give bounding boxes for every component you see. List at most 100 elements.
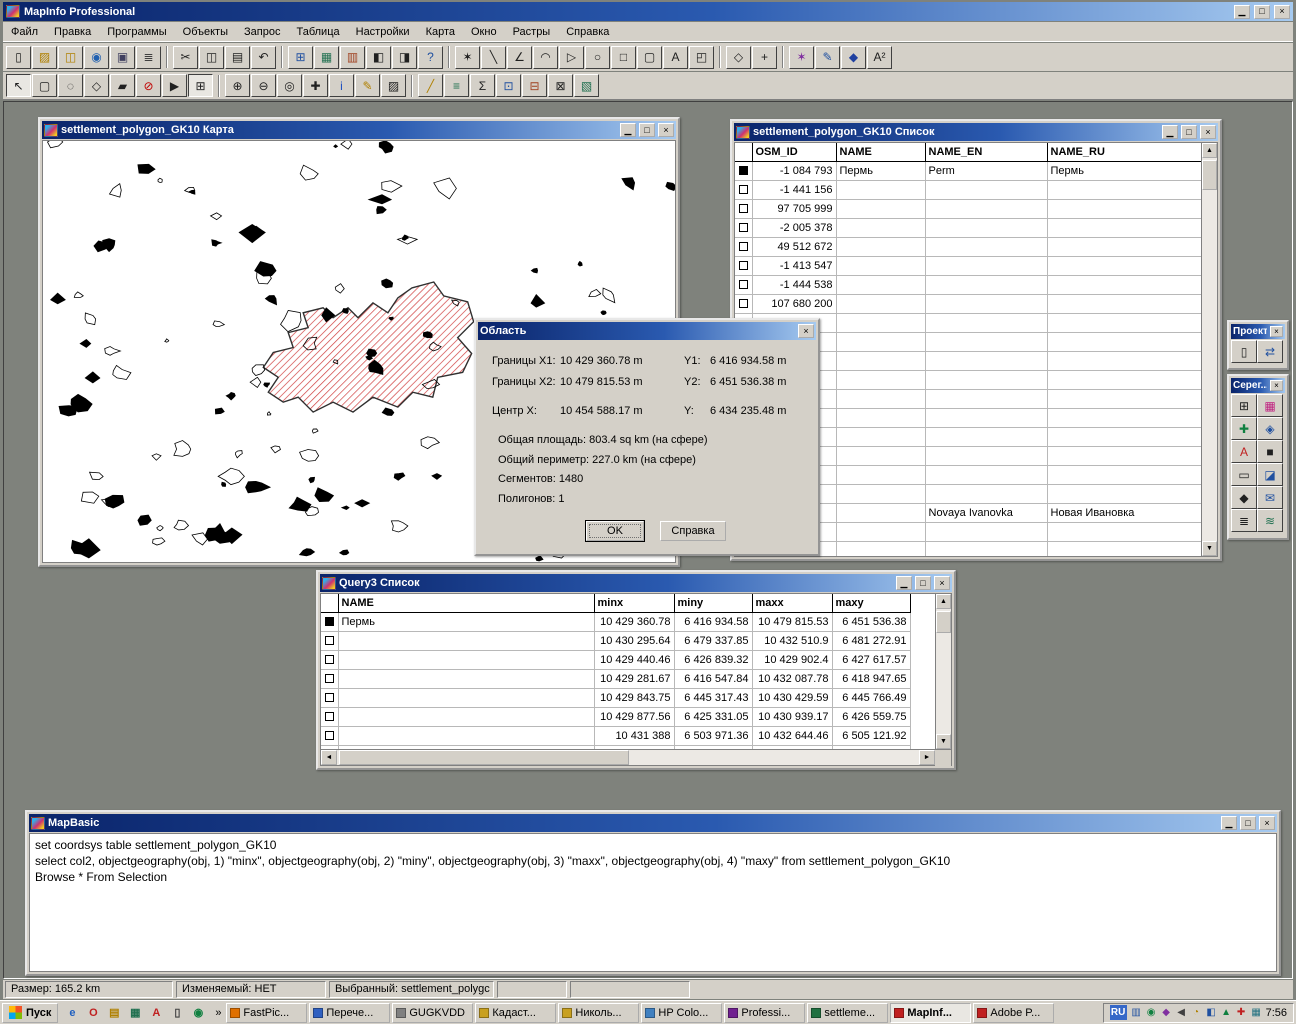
tray-agent-icon[interactable]: ◆ [1160,1007,1173,1018]
tray-update-icon[interactable]: ▲ [1220,1007,1233,1018]
add-node-icon[interactable]: + [752,46,777,69]
cell-maxx[interactable]: 10 430 429.59 [752,688,832,707]
close-button[interactable]: × [1270,326,1283,337]
menu-растры[interactable]: Растры [505,24,559,40]
cell-maxx[interactable]: 10 432 087.78 [752,669,832,688]
polyline-tool-icon[interactable]: ∠ [507,46,532,69]
cell-name[interactable] [338,707,594,726]
row-select-box[interactable] [735,199,752,218]
taskbar-button-settleme[interactable]: settleme... [807,1003,888,1023]
sereg-palette-titlebar[interactable]: Серег... × [1231,378,1285,393]
taskbar-button-кадаст[interactable]: Кадаст... [475,1003,556,1023]
taskbar-button-professi[interactable]: Professi... [724,1003,805,1023]
print-icon[interactable]: ≣ [136,46,161,69]
legend-icon[interactable]: ≡ [444,74,469,97]
taskbar-button-николь[interactable]: Николь... [558,1003,639,1023]
cell-name[interactable] [836,370,925,389]
row-selected-marker[interactable] [321,612,338,631]
info-tool-icon[interactable]: i [329,74,354,97]
new-layout-icon[interactable]: ◧ [366,46,391,69]
cell-name_en[interactable] [925,522,1047,541]
cell-name[interactable] [836,389,925,408]
cell-name_en[interactable] [925,465,1047,484]
row-select-box[interactable] [321,650,338,669]
text-style-icon[interactable]: A² [867,46,892,69]
cell-name[interactable] [836,180,925,199]
language-indicator[interactable]: RU [1110,1005,1127,1020]
cell-name_ru[interactable]: Новая Ивановка [1047,503,1201,522]
cell-minx[interactable]: 10 429 440.46 [594,650,674,669]
maximize-button[interactable]: □ [1240,816,1256,830]
open-table-icon[interactable]: ▨ [32,46,57,69]
ql-acrobat-icon[interactable]: A [146,1003,166,1023]
close-button[interactable]: × [658,123,674,137]
select-column-header[interactable] [735,143,752,161]
mapbasic-text-area[interactable]: set coordsys table settlement_polygon_GK… [29,833,1277,972]
ellipse-tool-icon[interactable]: ○ [585,46,610,69]
taskbar-button-adobep[interactable]: Adobe P... [973,1003,1054,1023]
tray-remove-icon[interactable]: ✚ [1235,1007,1248,1018]
cell-name[interactable] [338,726,594,745]
project-palette-titlebar[interactable]: Проект × [1231,324,1285,339]
quick-launch-overflow[interactable]: » [212,1007,224,1019]
column-header[interactable]: maxx [752,594,832,612]
workspace-icon[interactable]: ◆ [841,46,866,69]
cell-name[interactable] [836,275,925,294]
minimize-button[interactable]: ▁ [1221,816,1237,830]
menu-настройки[interactable]: Настройки [348,24,418,40]
tray-network-icon[interactable]: ◧ [1205,1007,1218,1018]
scroll-left-button[interactable]: ◄ [321,750,337,765]
cell-name_en[interactable]: Novaya Ivanovka [925,503,1047,522]
cell-maxy[interactable]: 6 451 536.38 [832,612,910,631]
cell-name_ru[interactable] [1047,199,1201,218]
vertical-scrollbar[interactable]: ▲ ▼ [1201,143,1217,556]
send-mail-icon[interactable]: ✉ [1257,486,1283,509]
polygon-select-icon[interactable]: ◇ [84,74,109,97]
cell-name_en[interactable] [925,484,1047,503]
new-browser-icon[interactable]: ⊞ [288,46,313,69]
cell-miny[interactable]: 6 349 885.64 [674,745,752,749]
list-window-titlebar[interactable]: settlement_polygon_GK10 Список ▁ □ × [734,123,1218,141]
cell-name[interactable] [836,218,925,237]
column-header[interactable]: minx [594,594,674,612]
browser-icon[interactable]: ⊞ [1231,394,1257,417]
cell-miny[interactable]: 6 425 331.05 [674,707,752,726]
cell-osm_id[interactable]: -1 413 547 [752,256,836,275]
restore-button[interactable]: □ [639,123,655,137]
scroll-down-button[interactable]: ▼ [1202,541,1217,556]
map-window-titlebar[interactable]: settlement_polygon_GK10 Карта ▁ □ × [42,121,676,139]
cell-name[interactable] [836,541,925,556]
cell-maxx[interactable]: 10 432 644.46 [752,726,832,745]
scroll-thumb[interactable] [936,611,951,633]
rectangle-tool-icon[interactable]: □ [611,46,636,69]
scroll-right-button[interactable]: ► [919,750,935,765]
text-tool-icon[interactable]: A [663,46,688,69]
zoom-in-icon[interactable]: ⊕ [225,74,250,97]
layout-zoom-icon[interactable]: ▧ [574,74,599,97]
cell-name[interactable] [836,199,925,218]
close-button[interactable]: × [1200,125,1216,139]
symbol-tool-icon[interactable]: ✶ [455,46,480,69]
cell-name_ru[interactable] [1047,351,1201,370]
close-button[interactable]: × [1270,380,1283,391]
tray-display-icon[interactable]: ▥ [1130,1007,1143,1018]
cell-name_en[interactable] [925,256,1047,275]
grabber-icon[interactable]: ✚ [303,74,328,97]
polygon-tool-icon[interactable]: ▷ [559,46,584,69]
row-select-box[interactable] [735,237,752,256]
cell-name[interactable] [338,745,594,749]
statistics-icon[interactable]: Σ [470,74,495,97]
row-select-box[interactable] [735,180,752,199]
column-header[interactable]: maxy [832,594,910,612]
tray-scheduler-icon[interactable]: ◔ [1190,1007,1203,1018]
graph-select-icon[interactable]: ▶ [162,74,187,97]
column-header[interactable]: NAME_EN [925,143,1047,161]
run-program-icon[interactable]: ✶ [789,46,814,69]
ruler-icon[interactable]: ╱ [418,74,443,97]
ql-opera-icon[interactable]: O [83,1003,103,1023]
restore-button[interactable]: □ [915,576,931,590]
chart-icon[interactable]: ◪ [1257,463,1283,486]
cell-minx[interactable]: 10 429 281.67 [594,669,674,688]
row-select-box[interactable] [321,707,338,726]
row-select-box[interactable] [321,688,338,707]
